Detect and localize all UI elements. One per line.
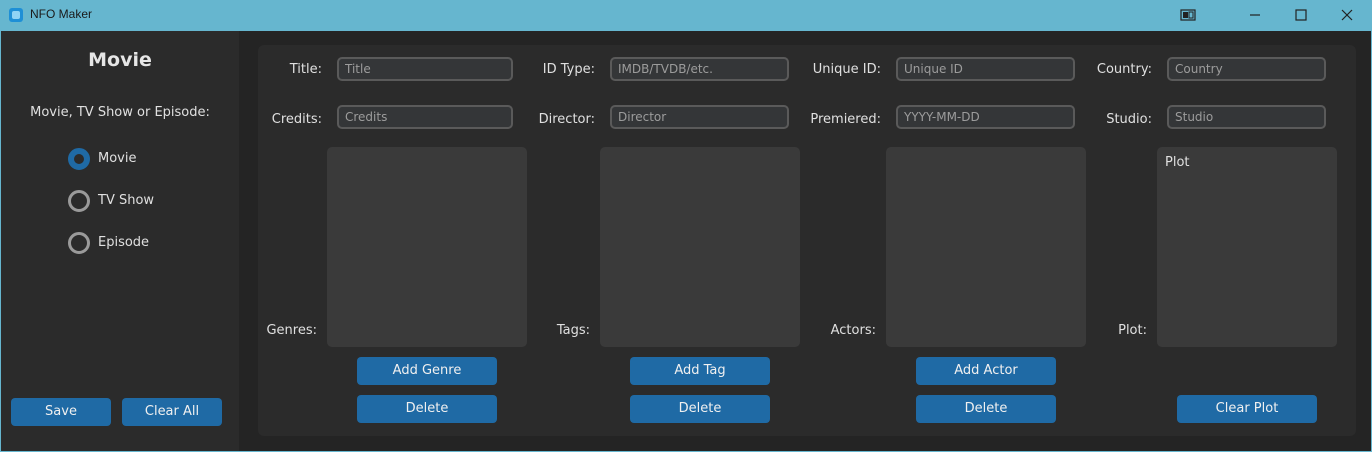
director-label: Director:	[538, 112, 595, 127]
credits-field[interactable]	[337, 105, 513, 129]
delete-genre-button[interactable]: Delete	[357, 395, 497, 423]
id-type-input[interactable]	[612, 59, 787, 79]
premiered-label: Premiered:	[810, 112, 881, 127]
sidebar: Movie Movie, TV Show or Episode: Movie T…	[1, 31, 239, 451]
country-label: Country:	[1096, 62, 1152, 77]
genres-listbox[interactable]	[327, 147, 527, 347]
title-field[interactable]	[337, 57, 513, 81]
tags-listbox[interactable]	[600, 147, 800, 347]
country-input[interactable]	[1169, 59, 1324, 79]
unique-id-input[interactable]	[898, 59, 1073, 79]
title-label: Title:	[289, 62, 322, 77]
studio-label: Studio:	[1106, 112, 1152, 127]
radio-unselected-icon	[68, 190, 90, 212]
plot-label: Plot:	[1118, 323, 1147, 338]
studio-field[interactable]	[1167, 105, 1326, 129]
add-tag-button[interactable]: Add Tag	[630, 357, 770, 385]
radio-label: Episode	[98, 235, 150, 250]
credits-input[interactable]	[339, 107, 511, 127]
tags-label: Tags:	[556, 323, 590, 338]
minimize-icon[interactable]	[1233, 0, 1279, 31]
radio-label: Movie	[98, 151, 137, 166]
plot-text: Plot	[1165, 155, 1190, 170]
plot-textbox[interactable]: Plot	[1157, 147, 1337, 347]
unique-id-field[interactable]	[896, 57, 1075, 81]
radio-label: TV Show	[98, 193, 155, 208]
delete-actor-button[interactable]: Delete	[916, 395, 1056, 423]
credits-label: Credits:	[271, 112, 322, 127]
snap-layout-icon[interactable]	[1164, 0, 1210, 31]
country-field[interactable]	[1167, 57, 1326, 81]
maximize-icon[interactable]	[1279, 0, 1325, 31]
add-actor-button[interactable]: Add Actor	[916, 357, 1056, 385]
clear-all-button[interactable]: Clear All	[122, 398, 222, 426]
media-type-prompt: Movie, TV Show or Episode:	[30, 105, 210, 120]
actors-label: Actors:	[830, 323, 876, 338]
unique-id-label: Unique ID:	[812, 62, 881, 77]
studio-input[interactable]	[1169, 107, 1324, 127]
director-field[interactable]	[610, 105, 789, 129]
save-button[interactable]: Save	[11, 398, 111, 426]
radio-selected-icon	[68, 148, 90, 170]
delete-tag-button[interactable]: Delete	[630, 395, 770, 423]
genres-label: Genres:	[266, 323, 317, 338]
media-type-heading: Movie	[88, 49, 152, 71]
add-genre-button[interactable]: Add Genre	[357, 357, 497, 385]
radio-unselected-icon	[68, 232, 90, 254]
actors-listbox[interactable]	[886, 147, 1086, 347]
title-bar: NFO Maker	[0, 0, 1372, 31]
title-input[interactable]	[339, 59, 511, 79]
id-type-field[interactable]	[610, 57, 789, 81]
main-form-panel: Title: ID Type: Unique ID: Country: Cred…	[258, 45, 1356, 436]
close-icon[interactable]	[1325, 0, 1371, 31]
clear-plot-button[interactable]: Clear Plot	[1177, 395, 1317, 423]
director-input[interactable]	[612, 107, 787, 127]
window-title: NFO Maker	[30, 7, 93, 21]
premiered-input[interactable]	[898, 107, 1073, 127]
app-icon	[9, 8, 23, 22]
premiered-field[interactable]	[896, 105, 1075, 129]
id-type-label: ID Type:	[542, 62, 595, 77]
